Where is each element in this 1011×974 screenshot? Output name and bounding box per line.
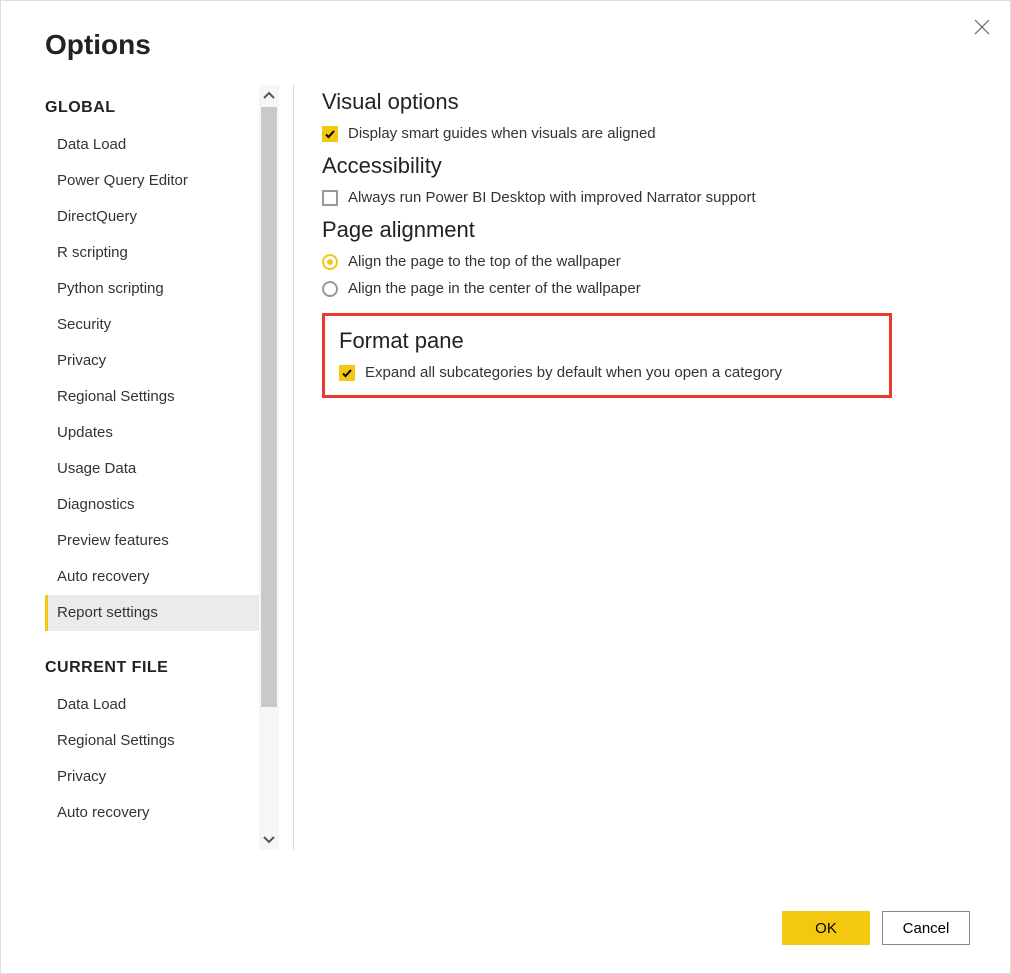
radio-align-top[interactable]: Align the page to the top of the wallpap… <box>322 253 1010 270</box>
sidebar-item-label: Updates <box>57 424 113 441</box>
cancel-button[interactable]: Cancel <box>882 911 970 945</box>
group-title-format-pane: Format pane <box>339 328 875 354</box>
radio-align-center[interactable]: Align the page in the center of the wall… <box>322 280 1010 297</box>
checkbox-label: Expand all subcategories by default when… <box>365 364 782 381</box>
sidebar-item-label: Regional Settings <box>57 388 175 405</box>
close-button[interactable] <box>972 17 992 37</box>
scroll-down-button[interactable] <box>259 828 279 850</box>
group-title-page-alignment: Page alignment <box>322 217 1010 243</box>
sidebar-section-current-file: CURRENT FILE <box>45 631 259 687</box>
sidebar-item-label: DirectQuery <box>57 208 137 225</box>
sidebar-item-label: Preview features <box>57 532 169 549</box>
sidebar-item-diagnostics[interactable]: Diagnostics <box>45 487 259 523</box>
sidebar-item-cf-privacy[interactable]: Privacy <box>45 759 259 795</box>
sidebar-item-label: R scripting <box>57 244 128 261</box>
sidebar-item-preview-features[interactable]: Preview features <box>45 523 259 559</box>
sidebar-item-security[interactable]: Security <box>45 307 259 343</box>
sidebar-item-cf-data-load[interactable]: Data Load <box>45 687 259 723</box>
sidebar-item-label: Power Query Editor <box>57 172 188 189</box>
chevron-down-icon <box>262 832 276 846</box>
group-title-visual-options: Visual options <box>322 89 1010 115</box>
sidebar-item-data-load[interactable]: Data Load <box>45 127 259 163</box>
sidebar-item-label: Regional Settings <box>57 732 175 749</box>
sidebar-item-label: Diagnostics <box>57 496 135 513</box>
check-icon <box>341 367 353 379</box>
radio-label: Align the page to the top of the wallpap… <box>348 253 621 270</box>
scroll-up-button[interactable] <box>259 85 279 107</box>
sidebar-item-label: Report settings <box>57 604 158 621</box>
checkbox-expand-subcategories[interactable]: Expand all subcategories by default when… <box>339 364 875 381</box>
chevron-up-icon <box>262 89 276 103</box>
sidebar-item-cf-auto-recovery[interactable]: Auto recovery <box>45 795 259 831</box>
sidebar: GLOBAL Data Load Power Query Editor Dire… <box>45 85 279 850</box>
sidebar-item-r-scripting[interactable]: R scripting <box>45 235 259 271</box>
ok-button[interactable]: OK <box>782 911 870 945</box>
dialog-title: Options <box>1 1 1010 61</box>
sidebar-item-label: Auto recovery <box>57 804 150 821</box>
radio-label: Align the page in the center of the wall… <box>348 280 641 297</box>
close-icon <box>972 17 992 37</box>
sidebar-item-python-scripting[interactable]: Python scripting <box>45 271 259 307</box>
sidebar-item-label: Data Load <box>57 696 126 713</box>
radio-icon-selected <box>322 254 338 270</box>
sidebar-section-global: GLOBAL <box>45 85 259 127</box>
checkbox-label: Display smart guides when visuals are al… <box>348 125 656 142</box>
sidebar-item-label: Usage Data <box>57 460 136 477</box>
sidebar-item-usage-data[interactable]: Usage Data <box>45 451 259 487</box>
sidebar-item-regional-settings[interactable]: Regional Settings <box>45 379 259 415</box>
checkbox-icon-unchecked <box>322 190 338 206</box>
sidebar-item-auto-recovery[interactable]: Auto recovery <box>45 559 259 595</box>
format-pane-highlight: Format pane Expand all subcategories by … <box>322 313 892 398</box>
sidebar-item-label: Python scripting <box>57 280 164 297</box>
scroll-track[interactable] <box>259 107 279 828</box>
check-icon <box>324 128 336 140</box>
options-dialog: Options GLOBAL Data Load Power Query Edi… <box>0 0 1011 974</box>
sidebar-item-power-query-editor[interactable]: Power Query Editor <box>45 163 259 199</box>
content-pane: Visual options Display smart guides when… <box>294 85 1010 850</box>
sidebar-item-label: Auto recovery <box>57 568 150 585</box>
checkbox-icon-checked <box>322 126 338 142</box>
sidebar-item-label: Security <box>57 316 111 333</box>
sidebar-item-directquery[interactable]: DirectQuery <box>45 199 259 235</box>
sidebar-scrollbar[interactable] <box>259 85 279 850</box>
sidebar-item-label: Privacy <box>57 352 106 369</box>
scroll-thumb[interactable] <box>261 107 277 707</box>
dialog-footer: OK Cancel <box>782 911 970 945</box>
sidebar-item-updates[interactable]: Updates <box>45 415 259 451</box>
checkbox-icon-checked <box>339 365 355 381</box>
checkbox-narrator[interactable]: Always run Power BI Desktop with improve… <box>322 189 1010 206</box>
checkbox-smart-guides[interactable]: Display smart guides when visuals are al… <box>322 125 1010 142</box>
sidebar-item-report-settings[interactable]: Report settings <box>45 595 259 631</box>
radio-icon-unselected <box>322 281 338 297</box>
group-title-accessibility: Accessibility <box>322 153 1010 179</box>
sidebar-item-privacy[interactable]: Privacy <box>45 343 259 379</box>
sidebar-item-label: Data Load <box>57 136 126 153</box>
sidebar-item-cf-regional-settings[interactable]: Regional Settings <box>45 723 259 759</box>
checkbox-label: Always run Power BI Desktop with improve… <box>348 189 756 206</box>
sidebar-item-label: Privacy <box>57 768 106 785</box>
